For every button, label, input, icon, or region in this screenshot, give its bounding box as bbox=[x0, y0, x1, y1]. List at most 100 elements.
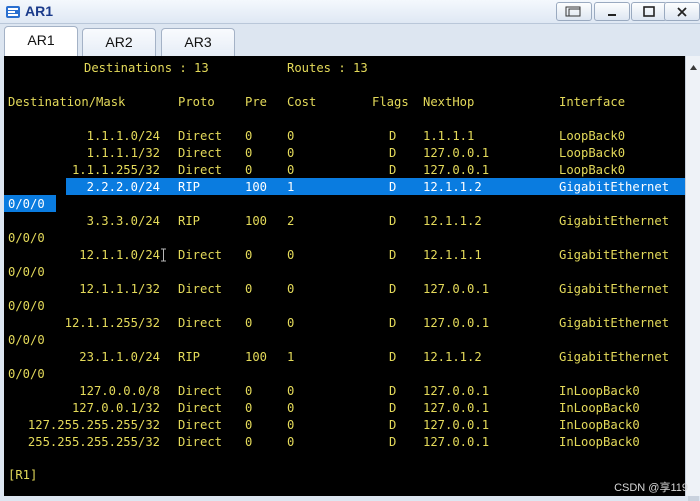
table-row: 1.1.1.255/32 Direct 0 0 D 127.0.0.1 LoopBack0 bbox=[4, 162, 685, 179]
route-interface: GigabitEthernet bbox=[559, 316, 670, 330]
minimize-button[interactable] bbox=[594, 2, 630, 21]
tab-ar1[interactable]: AR1 bbox=[4, 26, 78, 56]
route-destination: 12.1.1.0/24 bbox=[79, 248, 160, 262]
vertical-scrollbar[interactable] bbox=[685, 56, 700, 501]
summary-line: Destinations : 13 Routes : 13 bbox=[4, 60, 685, 77]
route-nexthop: 12.1.1.2 bbox=[423, 214, 482, 228]
route-pre: 100 bbox=[245, 350, 268, 364]
routes-count: Routes : 13 bbox=[287, 61, 368, 75]
route-flags: D bbox=[389, 401, 397, 415]
tab-ar2[interactable]: AR2 bbox=[82, 28, 156, 56]
route-cost: 0 bbox=[287, 316, 295, 330]
close-icon bbox=[677, 7, 687, 17]
route-interface-continuation: 0/0/0 bbox=[8, 367, 45, 381]
maximize-button[interactable] bbox=[631, 2, 667, 21]
route-interface: InLoopBack0 bbox=[559, 418, 640, 432]
route-pre: 0 bbox=[245, 163, 253, 177]
route-nexthop: 12.1.1.1 bbox=[423, 248, 482, 262]
route-flags: D bbox=[389, 248, 397, 262]
table-header: Destination/Mask Proto Pre Cost Flags Ne… bbox=[4, 94, 685, 111]
table-row: 2.2.2.0/24 RIP 100 1 D 12.1.1.2 GigabitEtherne… bbox=[4, 179, 685, 196]
route-nexthop: 12.1.1.2 bbox=[423, 350, 482, 364]
table-row: 127.255.255.255/32 Direct 0 0 D 127.0.0.1 InLo… bbox=[4, 417, 685, 434]
route-proto: Direct bbox=[178, 163, 223, 177]
route-pre: 0 bbox=[245, 129, 253, 143]
table-row: 1.1.1.1/32 Direct 0 0 D 127.0.0.1 LoopBack0 bbox=[4, 145, 685, 162]
route-destination: 1.1.1.1/32 bbox=[86, 146, 160, 160]
table-row: 255.255.255.255/32 Direct 0 0 D 127.0.0.1 InLo… bbox=[4, 434, 685, 451]
route-flags: D bbox=[389, 384, 397, 398]
route-pre: 100 bbox=[245, 214, 268, 228]
route-interface: LoopBack0 bbox=[559, 146, 626, 160]
table-row: 127.0.0.0/8 Direct 0 0 D 127.0.0.1 InLoopBack0 bbox=[4, 383, 685, 400]
prompt-line: [R1] bbox=[4, 467, 104, 484]
route-proto: Direct bbox=[178, 146, 223, 160]
route-flags: D bbox=[389, 163, 397, 177]
route-pre: 0 bbox=[245, 316, 253, 330]
route-interface: GigabitEthernet bbox=[559, 214, 670, 228]
route-nexthop: 127.0.0.1 bbox=[423, 435, 490, 449]
route-flags: D bbox=[389, 418, 397, 432]
minimize-icon bbox=[608, 14, 616, 16]
route-cost: 0 bbox=[287, 401, 295, 415]
route-flags: D bbox=[389, 350, 397, 364]
restore-layout-button[interactable] bbox=[556, 2, 592, 21]
terminal-console[interactable]: Destinations : 13 Routes : 13 Destinatio… bbox=[4, 56, 685, 496]
route-nexthop: 127.0.0.1 bbox=[423, 418, 490, 432]
title-bar: AR1 bbox=[0, 0, 700, 24]
route-destination: 127.0.0.1/32 bbox=[71, 401, 160, 415]
header-cost: Cost bbox=[287, 95, 317, 109]
route-pre: 0 bbox=[245, 418, 253, 432]
scrollbar-thumb[interactable] bbox=[688, 496, 699, 501]
window-title: AR1 bbox=[25, 3, 54, 19]
route-destination: 2.2.2.0/24 bbox=[86, 180, 160, 194]
table-row: 1.1.1.0/24 Direct 0 0 D 1.1.1.1 LoopBack0 bbox=[4, 128, 685, 145]
scroll-up-icon[interactable] bbox=[687, 60, 700, 75]
route-destination: 1.1.1.255/32 bbox=[71, 163, 160, 177]
route-flags: D bbox=[389, 180, 397, 194]
route-interface: GigabitEthernet bbox=[559, 350, 670, 364]
table-row-continuation: 0/0/0 bbox=[4, 264, 104, 281]
route-interface-continuation: 0/0/0 bbox=[8, 333, 45, 347]
route-nexthop: 127.0.0.1 bbox=[423, 401, 490, 415]
table-row-continuation: 0/0/0 bbox=[4, 298, 104, 315]
route-interface: GigabitEthernet bbox=[559, 248, 670, 262]
route-cost: 0 bbox=[287, 384, 295, 398]
route-flags: D bbox=[389, 146, 397, 160]
route-cost: 0 bbox=[287, 248, 295, 262]
table-row: 127.0.0.1/32 Direct 0 0 D 127.0.0.1 InLoopBack… bbox=[4, 400, 685, 417]
tab-ar3[interactable]: AR3 bbox=[161, 28, 235, 56]
header-interface: Interface bbox=[559, 95, 626, 109]
route-nexthop: 127.0.0.1 bbox=[423, 282, 490, 296]
route-proto: Direct bbox=[178, 384, 223, 398]
route-interface: InLoopBack0 bbox=[559, 401, 640, 415]
command-prompt: [R1] bbox=[8, 468, 38, 482]
route-cost: 1 bbox=[287, 350, 295, 364]
route-cost: 0 bbox=[287, 282, 295, 296]
route-nexthop: 127.0.0.1 bbox=[423, 163, 490, 177]
table-row: 23.1.1.0/24 RIP 100 1 D 12.1.1.2 GigabitEthern… bbox=[4, 349, 685, 366]
destinations-count: Destinations : 13 bbox=[84, 61, 209, 75]
text-cursor-icon bbox=[161, 248, 166, 262]
route-cost: 0 bbox=[287, 146, 295, 160]
route-pre: 0 bbox=[245, 248, 253, 262]
header-pre: Pre bbox=[245, 95, 268, 109]
route-cost: 0 bbox=[287, 435, 295, 449]
route-cost: 1 bbox=[287, 180, 295, 194]
app-logo-icon bbox=[6, 6, 20, 18]
route-destination: 127.0.0.0/8 bbox=[79, 384, 160, 398]
route-destination: 1.1.1.0/24 bbox=[86, 129, 160, 143]
route-proto: RIP bbox=[178, 214, 201, 228]
route-pre: 100 bbox=[245, 180, 268, 194]
table-row: 12.1.1.0/24 Direct 0 0 D 12.1.1.1 GigabitEther… bbox=[4, 247, 685, 264]
route-interface: LoopBack0 bbox=[559, 129, 626, 143]
route-interface-continuation: 0/0/0 bbox=[8, 265, 45, 279]
route-cost: 0 bbox=[287, 129, 295, 143]
watermark: CSDN @享119 bbox=[614, 482, 688, 494]
route-proto: Direct bbox=[178, 418, 223, 432]
close-button[interactable] bbox=[664, 2, 700, 21]
route-interface: GigabitEthernet bbox=[559, 180, 670, 194]
route-proto: Direct bbox=[178, 435, 223, 449]
route-pre: 0 bbox=[245, 401, 253, 415]
route-flags: D bbox=[389, 214, 397, 228]
